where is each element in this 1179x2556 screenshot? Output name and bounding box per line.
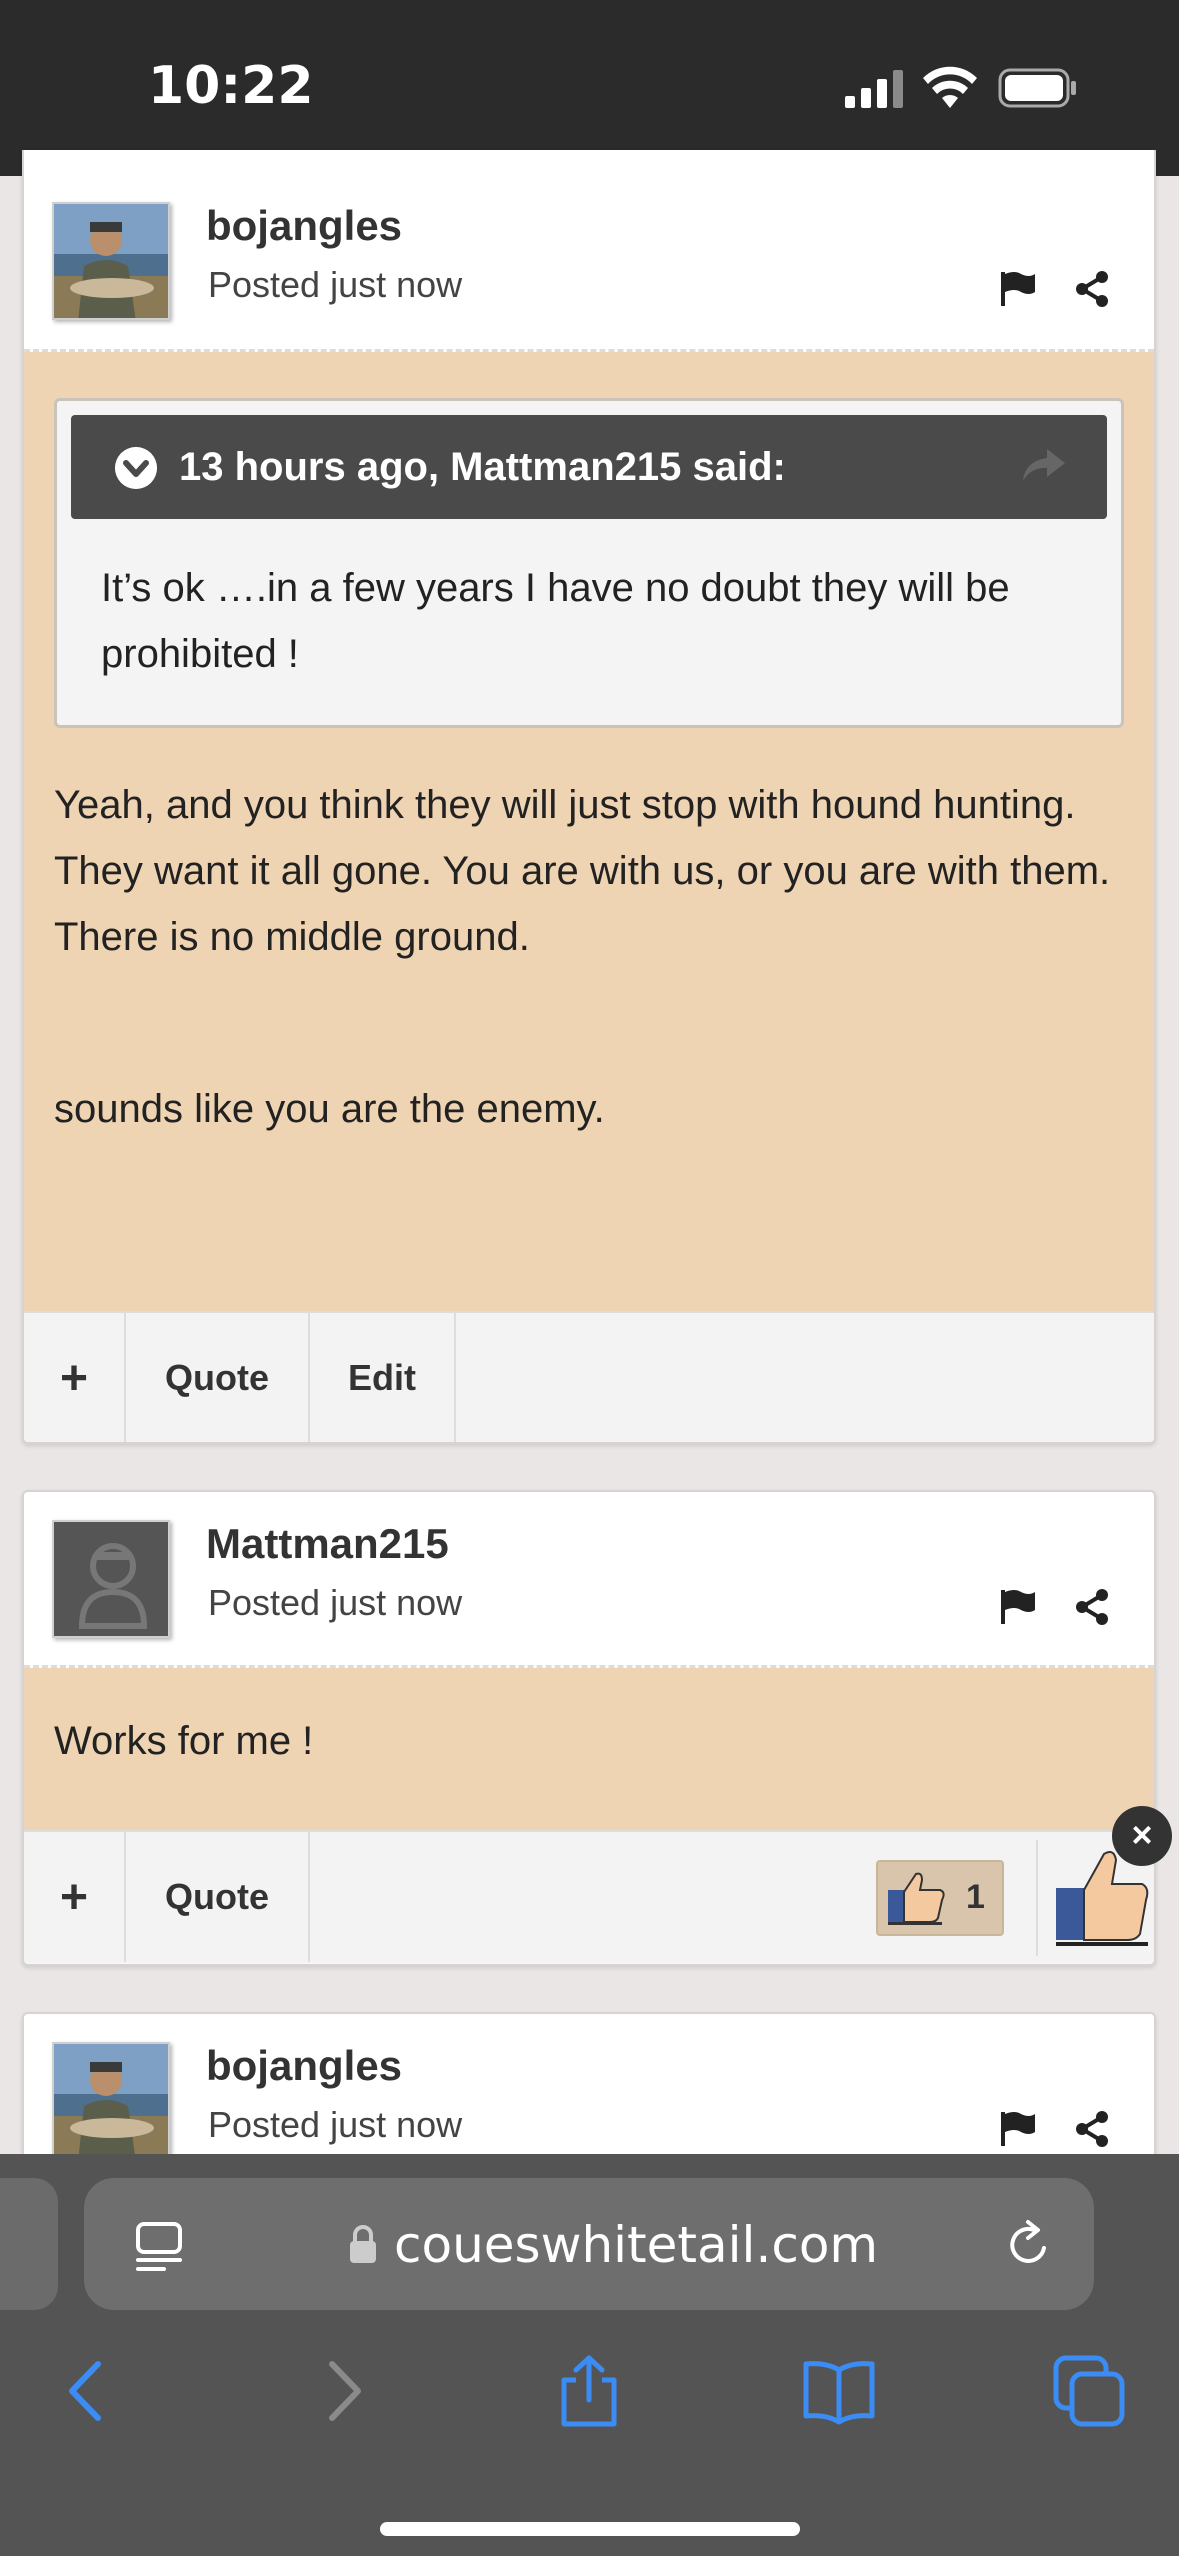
chevron-down-icon[interactable] xyxy=(115,447,157,489)
address-bar[interactable]: coueswhitetail.com xyxy=(84,2178,1094,2310)
lock-icon xyxy=(350,2225,376,2263)
edit-button[interactable]: Edit xyxy=(310,1313,456,1442)
post-text: Yeah, and you think they will just stop … xyxy=(54,783,1111,959)
flag-icon[interactable] xyxy=(999,270,1037,308)
reaction-count-badge[interactable]: 1 xyxy=(876,1860,1004,1936)
bookmarks-icon[interactable] xyxy=(802,2354,876,2428)
share-icon[interactable] xyxy=(1074,2110,1110,2148)
post-card: Mattman215 Posted just now Works for me … xyxy=(22,1490,1156,1966)
like-icon xyxy=(888,1872,945,1925)
post-body: Works for me ! xyxy=(24,1668,1154,1830)
post-footer: + Quote Edit xyxy=(24,1311,1154,1442)
home-indicator xyxy=(380,2522,800,2536)
avatar[interactable] xyxy=(52,1520,170,1638)
multiquote-button[interactable]: + xyxy=(24,1832,126,1962)
post-timestamp: Posted just now xyxy=(208,2104,463,2145)
post-text: sounds like you are the enemy. xyxy=(54,1087,605,1131)
post-timestamp: Posted just now xyxy=(208,264,463,305)
post-card: bojangles Posted just now 13 hours ago, … xyxy=(22,150,1156,1444)
post-timestamp: Posted just now xyxy=(208,1582,463,1623)
post-username[interactable]: bojangles xyxy=(206,2042,402,2090)
reload-icon[interactable] xyxy=(1004,2218,1054,2270)
avatar[interactable] xyxy=(52,202,170,320)
quote-header[interactable]: 13 hours ago, Mattman215 said: xyxy=(71,415,1107,519)
multiquote-button[interactable]: + xyxy=(24,1313,126,1442)
url-text[interactable]: coueswhitetail.com xyxy=(394,2216,878,2274)
flag-icon[interactable] xyxy=(999,1588,1037,1626)
share-icon[interactable] xyxy=(552,2354,626,2428)
status-time: 10:22 xyxy=(148,56,314,116)
back-icon[interactable] xyxy=(50,2354,124,2428)
forward-icon[interactable] xyxy=(306,2354,380,2428)
cellular-signal-icon xyxy=(845,70,903,108)
previous-tab-peek[interactable] xyxy=(0,2178,58,2310)
quote-button[interactable]: Quote xyxy=(126,1313,310,1442)
browser-toolbar: coueswhitetail.com xyxy=(0,2154,1179,2556)
post-footer: + Quote 1 xyxy=(24,1830,1154,1962)
page-menu-icon[interactable] xyxy=(134,2220,184,2272)
quote-text: It’s ok ….in a few years I have no doubt… xyxy=(101,566,1010,676)
wifi-icon xyxy=(923,66,977,108)
quote-block: 13 hours ago, Mattman215 said: It’s ok …… xyxy=(54,398,1124,728)
avatar[interactable] xyxy=(52,2042,170,2160)
flag-icon[interactable] xyxy=(999,2110,1037,2148)
close-button[interactable]: × xyxy=(1112,1806,1172,1866)
post-username[interactable]: bojangles xyxy=(206,202,402,250)
post-username[interactable]: Mattman215 xyxy=(206,1520,449,1568)
quote-attribution: 13 hours ago, Mattman215 said: xyxy=(179,445,786,489)
battery-icon xyxy=(998,68,1076,108)
post-text: Works for me ! xyxy=(54,1719,314,1763)
share-icon[interactable] xyxy=(1074,1588,1110,1626)
post-header: bojangles Posted just now xyxy=(24,150,1154,352)
share-icon[interactable] xyxy=(1074,270,1110,308)
post-header: Mattman215 Posted just now xyxy=(24,1492,1154,1668)
divider xyxy=(1036,1840,1038,1956)
post-body: 13 hours ago, Mattman215 said: It’s ok …… xyxy=(24,352,1154,1311)
quote-button[interactable]: Quote xyxy=(126,1832,310,1962)
quote-link-icon[interactable] xyxy=(1021,445,1067,485)
tabs-icon[interactable] xyxy=(1052,2354,1126,2428)
reaction-count: 1 xyxy=(966,1878,985,1916)
